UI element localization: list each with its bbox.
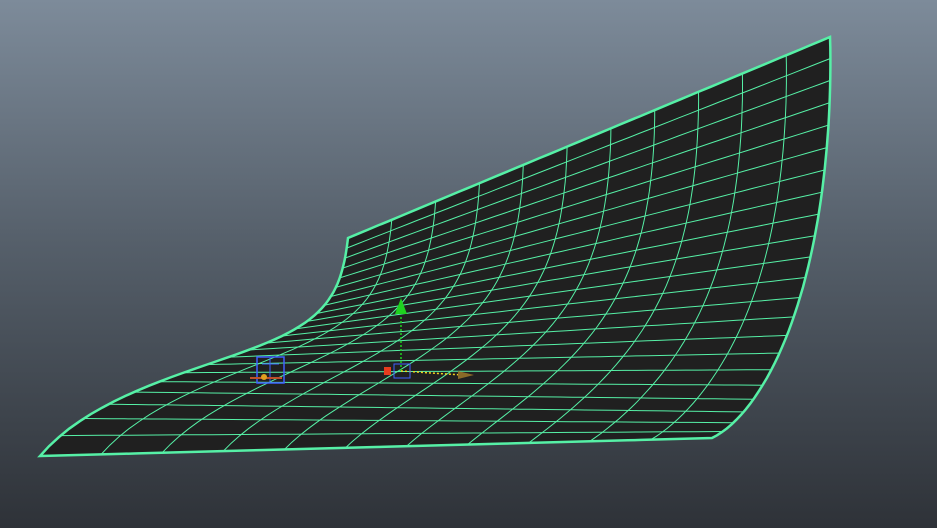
backdrop-sweep-surface[interactable] bbox=[37, 35, 832, 458]
manipulator-center-handle[interactable] bbox=[384, 367, 391, 375]
surface-shading bbox=[40, 37, 831, 456]
3d-viewport[interactable] bbox=[0, 0, 937, 528]
locator-pivot bbox=[261, 374, 267, 380]
scene-canvas[interactable] bbox=[0, 0, 937, 528]
